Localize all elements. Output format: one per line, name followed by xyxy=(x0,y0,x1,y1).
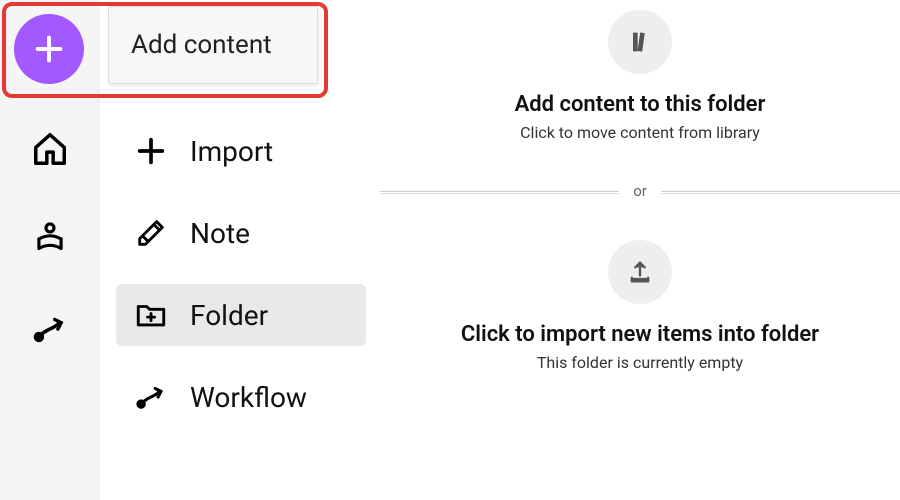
add-content-popover[interactable]: Add content xyxy=(108,6,318,84)
create-menu: Import Note Folder xyxy=(116,120,366,428)
import-subtitle: This folder is currently empty xyxy=(537,353,743,372)
menu-item-folder[interactable]: Folder xyxy=(116,284,366,346)
menu-label-note: Note xyxy=(190,217,250,250)
add-content-title: Add content to this folder xyxy=(515,92,766,117)
pencil-icon xyxy=(134,216,168,250)
menu-item-workflow[interactable]: Workflow xyxy=(116,366,366,428)
empty-state-panel: Add content to this folder Click to move… xyxy=(380,0,900,500)
divider-line-right xyxy=(661,191,900,192)
menu-item-note[interactable]: Note xyxy=(116,202,366,264)
menu-label-folder: Folder xyxy=(190,299,268,332)
add-button[interactable] xyxy=(14,14,84,84)
add-content-block[interactable]: Add content to this folder Click to move… xyxy=(380,10,900,142)
or-text: or xyxy=(619,182,661,200)
folder-plus-icon xyxy=(134,298,168,332)
menu-label-workflow: Workflow xyxy=(190,381,307,414)
plus-icon xyxy=(134,134,168,168)
library-icon[interactable] xyxy=(31,220,69,262)
add-content-label: Add content xyxy=(131,30,272,60)
upload-icon xyxy=(608,240,672,304)
or-divider: or xyxy=(380,182,900,200)
home-icon[interactable] xyxy=(31,130,69,172)
books-icon xyxy=(608,10,672,74)
workflow-icon xyxy=(134,380,168,414)
workflow-rail-icon[interactable] xyxy=(31,310,69,352)
add-content-subtitle: Click to move content from library xyxy=(520,123,760,142)
menu-label-import: Import xyxy=(190,135,273,168)
import-block[interactable]: Click to import new items into folder Th… xyxy=(380,240,900,372)
menu-item-import[interactable]: Import xyxy=(116,120,366,182)
import-title: Click to import new items into folder xyxy=(461,322,819,347)
divider-line-left xyxy=(380,191,619,192)
